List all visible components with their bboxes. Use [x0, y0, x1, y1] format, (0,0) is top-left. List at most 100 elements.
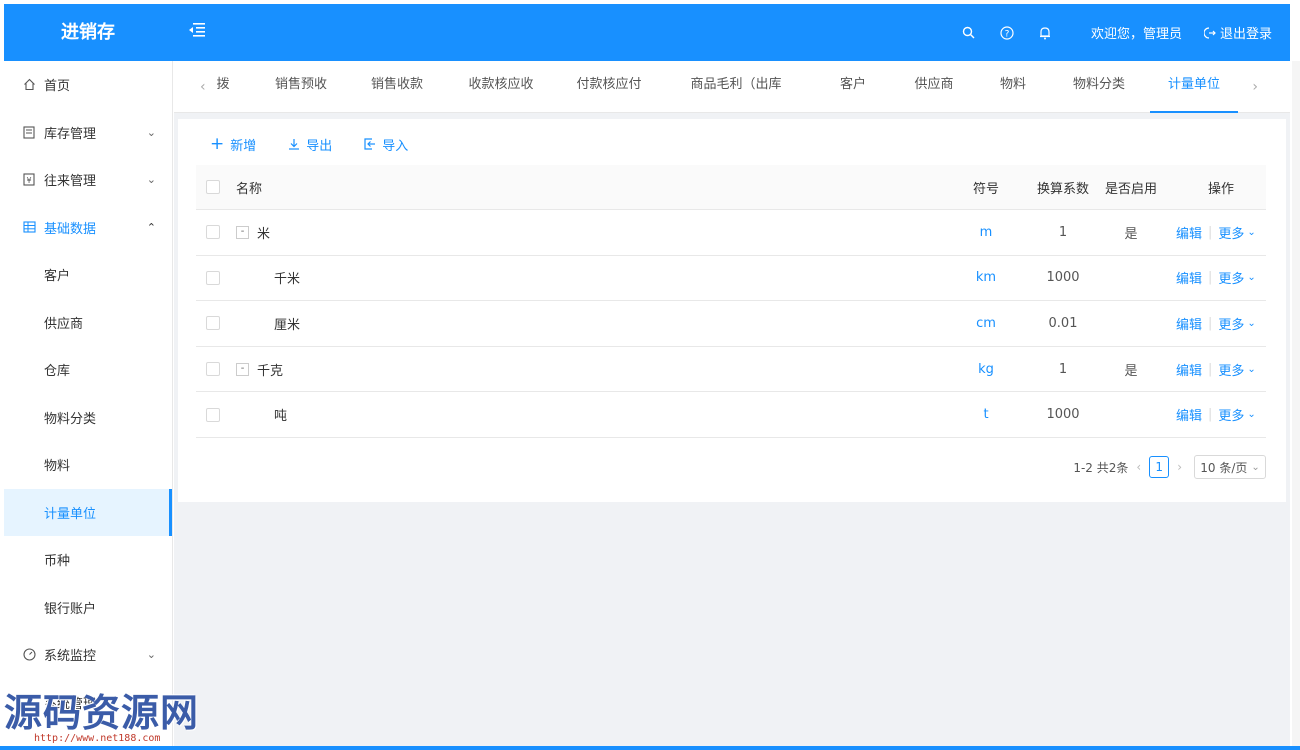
- edit-link[interactable]: 编辑: [1176, 223, 1202, 242]
- export-label: 导出: [306, 138, 333, 154]
- sidebar-item-currency[interactable]: 币种: [4, 536, 172, 584]
- plus-icon: +: [210, 133, 225, 154]
- select-all-checkbox[interactable]: [206, 180, 220, 194]
- help-icon[interactable]: ?: [999, 25, 1015, 41]
- column-header-ops: 操作: [1207, 181, 1234, 197]
- row-checkbox[interactable]: [206, 225, 220, 240]
- main-content: ‹ 拨 销售预收 销售收款 收款核应收 付款核应付 商品毛利（出库单） 客户 供…: [174, 61, 1290, 746]
- sidebar-item-label: 往来管理: [44, 174, 97, 190]
- tab-item[interactable]: 物料分类: [1068, 61, 1130, 113]
- more-link[interactable]: 更多: [1218, 405, 1244, 424]
- unit-name: 米: [257, 226, 271, 242]
- row-checkbox[interactable]: [206, 362, 220, 377]
- svg-text:?: ?: [1005, 29, 1010, 39]
- unit-symbol: t: [983, 407, 989, 423]
- edit-link[interactable]: 编辑: [1176, 314, 1202, 333]
- chevron-down-icon: ⌄: [146, 173, 156, 187]
- page-number-current[interactable]: 1: [1149, 456, 1170, 478]
- divider: |: [1208, 315, 1213, 331]
- sidebar-item-warehouse[interactable]: 仓库: [4, 346, 172, 394]
- menu-collapse-icon[interactable]: [188, 22, 208, 40]
- tab-scroll-right-icon[interactable]: ›: [1252, 61, 1258, 113]
- sidebar-item-material[interactable]: 物料: [4, 441, 172, 489]
- chevron-down-icon: ⌄: [1247, 226, 1256, 238]
- edit-link[interactable]: 编辑: [1176, 360, 1202, 379]
- sidebar-item-inventory[interactable]: 库存管理 ⌄: [4, 109, 172, 157]
- tab-item[interactable]: 供应商: [912, 61, 956, 113]
- unit-symbol: m: [979, 224, 993, 240]
- unit-symbol: cm: [976, 315, 996, 331]
- unit-enabled: 是: [1124, 363, 1138, 379]
- sidebar: 首页 库存管理 ⌄ ¥ 往来管理 ⌄ 基础数据 ⌃ 客户 供应商 仓库 物料分类…: [4, 61, 173, 746]
- sidebar-item-contacts[interactable]: ¥ 往来管理 ⌄: [4, 156, 172, 204]
- unit-table: 名称 符号 换算系数 是否启用 操作 -米 m 1 是 编辑 | 更多 ⌄ 千米 km…: [196, 165, 1266, 438]
- unit-factor: 1: [1058, 224, 1068, 240]
- inventory-icon: [22, 125, 36, 139]
- sidebar-item-basic-data[interactable]: 基础数据 ⌃: [4, 204, 172, 252]
- next-page-icon[interactable]: ›: [1177, 460, 1182, 474]
- more-link[interactable]: 更多: [1218, 314, 1244, 333]
- row-checkbox[interactable]: [206, 270, 220, 285]
- tab-unit-active[interactable]: 计量单位: [1150, 61, 1238, 113]
- sidebar-item-home[interactable]: 首页: [4, 61, 172, 109]
- unit-name: 千克: [257, 363, 284, 379]
- sidebar-item-label: 系统监控: [44, 649, 97, 665]
- more-link[interactable]: 更多: [1218, 268, 1244, 287]
- bottom-bar: [0, 746, 1300, 750]
- logout-button[interactable]: 退出登录: [1203, 23, 1272, 42]
- table-row: 吨 t 1000 编辑 | 更多 ⌄: [196, 392, 1266, 438]
- column-header-factor: 换算系数: [1036, 181, 1089, 197]
- tab-item[interactable]: 商品毛利（出库单）: [682, 61, 790, 140]
- sidebar-item-unit[interactable]: 计量单位: [4, 488, 172, 536]
- export-button[interactable]: 导出: [288, 135, 332, 154]
- sidebar-item-system-monitor[interactable]: 系统监控 ⌄: [4, 631, 172, 679]
- watermark-text: 源码资源网: [4, 691, 200, 735]
- home-icon: [22, 78, 36, 92]
- sidebar-item-material-category[interactable]: 物料分类: [4, 394, 172, 442]
- tab-item[interactable]: 销售预收: [270, 61, 332, 113]
- collapse-icon[interactable]: -: [236, 225, 249, 239]
- tab-item[interactable]: 销售收款: [366, 61, 428, 113]
- tab-item[interactable]: 收款核应收: [464, 61, 538, 113]
- more-link[interactable]: 更多: [1218, 223, 1244, 242]
- more-link[interactable]: 更多: [1218, 360, 1244, 379]
- unit-enabled: [1101, 256, 1161, 301]
- tab-item[interactable]: 物料: [998, 61, 1028, 113]
- sidebar-item-supplier[interactable]: 供应商: [4, 299, 172, 347]
- table-header: 名称 符号 换算系数 是否启用 操作: [196, 165, 1266, 210]
- watermark: 源码资源网 http://www.net188.com: [4, 682, 209, 744]
- unit-symbol: km: [975, 270, 997, 286]
- sidebar-item-bank-account[interactable]: 银行账户: [4, 584, 172, 632]
- sidebar-item-label: 计量单位: [44, 506, 97, 522]
- chevron-down-icon: ⌄: [146, 125, 156, 139]
- app-logo[interactable]: 进销存: [4, 4, 172, 61]
- bell-icon[interactable]: [1037, 25, 1053, 41]
- collapse-icon[interactable]: -: [236, 362, 249, 376]
- sidebar-item-label: 首页: [44, 79, 71, 95]
- table-row: -米 m 1 是 编辑 | 更多 ⌄: [196, 210, 1266, 256]
- divider: |: [1208, 407, 1213, 423]
- tab-item[interactable]: 客户: [838, 61, 868, 113]
- unit-enabled: 是: [1124, 226, 1138, 242]
- edit-link[interactable]: 编辑: [1176, 405, 1202, 424]
- column-header-enabled: 是否启用: [1104, 181, 1157, 197]
- add-label: 新增: [230, 138, 257, 154]
- tab-item[interactable]: 付款核应付: [572, 61, 646, 113]
- row-checkbox[interactable]: [206, 316, 220, 331]
- add-button[interactable]: + 新增: [210, 135, 256, 154]
- sidebar-item-customer[interactable]: 客户: [4, 251, 172, 299]
- row-checkbox[interactable]: [206, 407, 220, 422]
- page-scrollbar[interactable]: [1292, 61, 1300, 746]
- page-size-select[interactable]: 10 条/页 ⌄: [1194, 455, 1266, 479]
- prev-page-icon[interactable]: ‹: [1136, 460, 1141, 474]
- sidebar-item-label: 客户: [44, 269, 71, 285]
- pagination-total: 1-2 共2条: [1073, 460, 1129, 475]
- tab-bar: ‹ 拨 销售预收 销售收款 收款核应收 付款核应付 商品毛利（出库单） 客户 供…: [174, 61, 1290, 140]
- import-button[interactable]: 导入: [364, 135, 408, 154]
- edit-link[interactable]: 编辑: [1176, 268, 1202, 287]
- search-icon[interactable]: [961, 25, 977, 41]
- welcome-text[interactable]: 欢迎您，管理员: [1091, 23, 1182, 42]
- tab-item[interactable]: 拨: [216, 61, 230, 113]
- unit-name: 千米: [274, 272, 301, 288]
- tab-scroll-left-icon[interactable]: ‹: [200, 61, 206, 113]
